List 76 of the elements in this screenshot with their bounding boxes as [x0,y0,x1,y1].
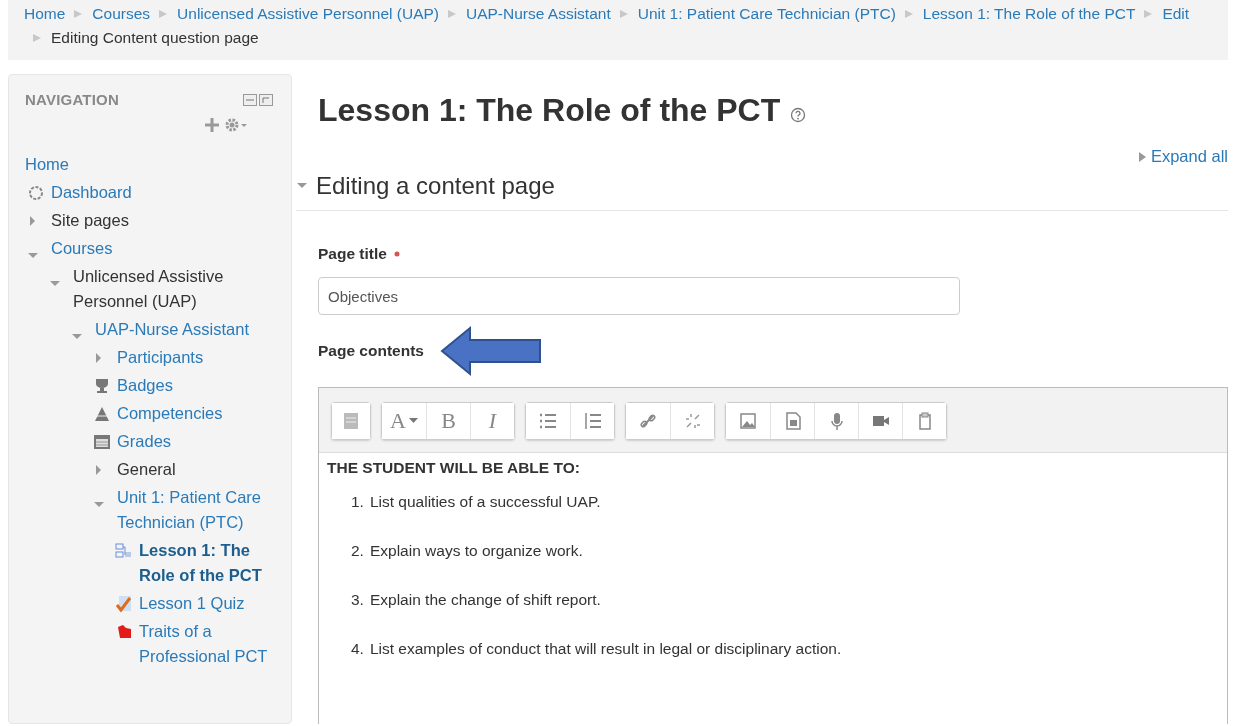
nav-item[interactable]: Grades [117,429,172,454]
move-icon[interactable] [205,118,219,132]
numbered-list-button[interactable] [570,403,614,439]
list-item-text: List examples of conduct that will result in legal or disciplinary action. [369,640,842,658]
font-style-button[interactable]: A [382,403,426,439]
unlink-button[interactable] [670,403,714,439]
nav-item[interactable]: Home [25,152,69,177]
dashboard-icon [27,183,45,202]
field-label: Page contents [318,342,424,360]
bullet-list-icon [538,411,558,431]
lesson-icon [115,541,133,560]
nav-item[interactable]: Courses [51,236,113,261]
separator-icon [618,9,629,19]
breadcrumb-link[interactable]: Edit [1162,2,1190,26]
nav-item[interactable]: Competencies [117,401,223,426]
clipboard-button[interactable] [902,403,946,439]
nav-item[interactable]: Site pages [51,208,129,233]
breadcrumb-link[interactable]: Unlicensed Assistive Personnel (UAP) [177,2,439,26]
nav-item[interactable]: Dashboard [51,180,132,205]
list-number: 3. [351,591,364,609]
video-camera-button[interactable] [858,403,902,439]
text-field[interactable]: Objectives [318,277,960,315]
image-icon [738,411,758,431]
link-icon [638,411,658,431]
separator-icon [73,9,84,19]
separator-icon [903,9,914,19]
list-number: 2. [351,542,364,560]
nav-item[interactable]: Unit 1: Patient Care Technician (PTC) [117,485,281,535]
file-button[interactable] [770,403,814,439]
breadcrumb-link[interactable]: Home [24,2,66,26]
page-heading: Lesson 1: The Role of the PCT [318,92,781,129]
caret-icon [408,418,418,424]
italic-button[interactable]: I [470,403,514,439]
breadcrumb-link[interactable]: UAP-Nurse Assistant [465,2,611,26]
numbered-list-icon [582,411,603,431]
image-button[interactable] [726,403,770,439]
nav-item[interactable]: Participants [117,345,204,370]
section-title[interactable]: Editing a content page [316,172,555,200]
trophy-icon [93,376,111,395]
breadcrumb-link[interactable]: Courses [92,2,151,26]
breadcrumb-link[interactable]: Lesson 1: The Role of the PCT [922,2,1136,26]
nav-item[interactable]: Badges [117,373,173,398]
collapse-button[interactable] [332,403,370,439]
grid-icon [93,432,111,451]
nav-item[interactable]: Lesson 1: The Role of the PCT [139,538,281,588]
nav-item[interactable]: Traits of a Professional PCT [139,619,281,669]
nav-item[interactable]: General [117,457,176,482]
list-item-text: Explain ways to organize work. [369,542,583,560]
nav-item[interactable]: Unlicensed Assistive Personnel (UAP) [73,264,281,314]
link-button[interactable] [626,403,670,439]
separator-icon [446,9,457,19]
field-label: Page title [318,245,387,263]
nav-item[interactable]: Lesson 1 Quiz [139,591,245,616]
list-item-text: Explain the change of shift report. [369,591,601,609]
settings-icon[interactable] [225,118,247,132]
collapse-icon [341,411,361,431]
list-number: 4. [351,640,364,658]
dock-icon[interactable] [243,92,273,107]
nav-item[interactable]: UAP-Nurse Assistant [95,317,250,342]
breadcrumb-link[interactable]: Unit 1: Patient Care Technician (PTC) [637,2,896,26]
checkmark-icon [115,594,133,613]
page-icon [115,622,133,641]
panel-title: NAVIGATION [25,91,119,108]
expand-all-link[interactable]: Expand all [1138,147,1228,166]
list-item-text: List qualities of a successful UAP. [369,493,601,511]
help-icon[interactable] [790,106,807,123]
content-heading: THE STUDENT WILL BE ABLE TO: [327,459,581,477]
collapsed-caret-icon [1138,151,1147,162]
bullet-list-button[interactable] [526,403,570,439]
microphone-button[interactable] [814,403,858,439]
breadcrumb-text: Editing Content question page [51,28,259,48]
separator-icon [1143,9,1154,19]
separator-icon [158,9,169,19]
separator-icon [32,33,42,43]
list-number: 1. [351,493,364,511]
bold-button[interactable]: B [426,403,470,439]
